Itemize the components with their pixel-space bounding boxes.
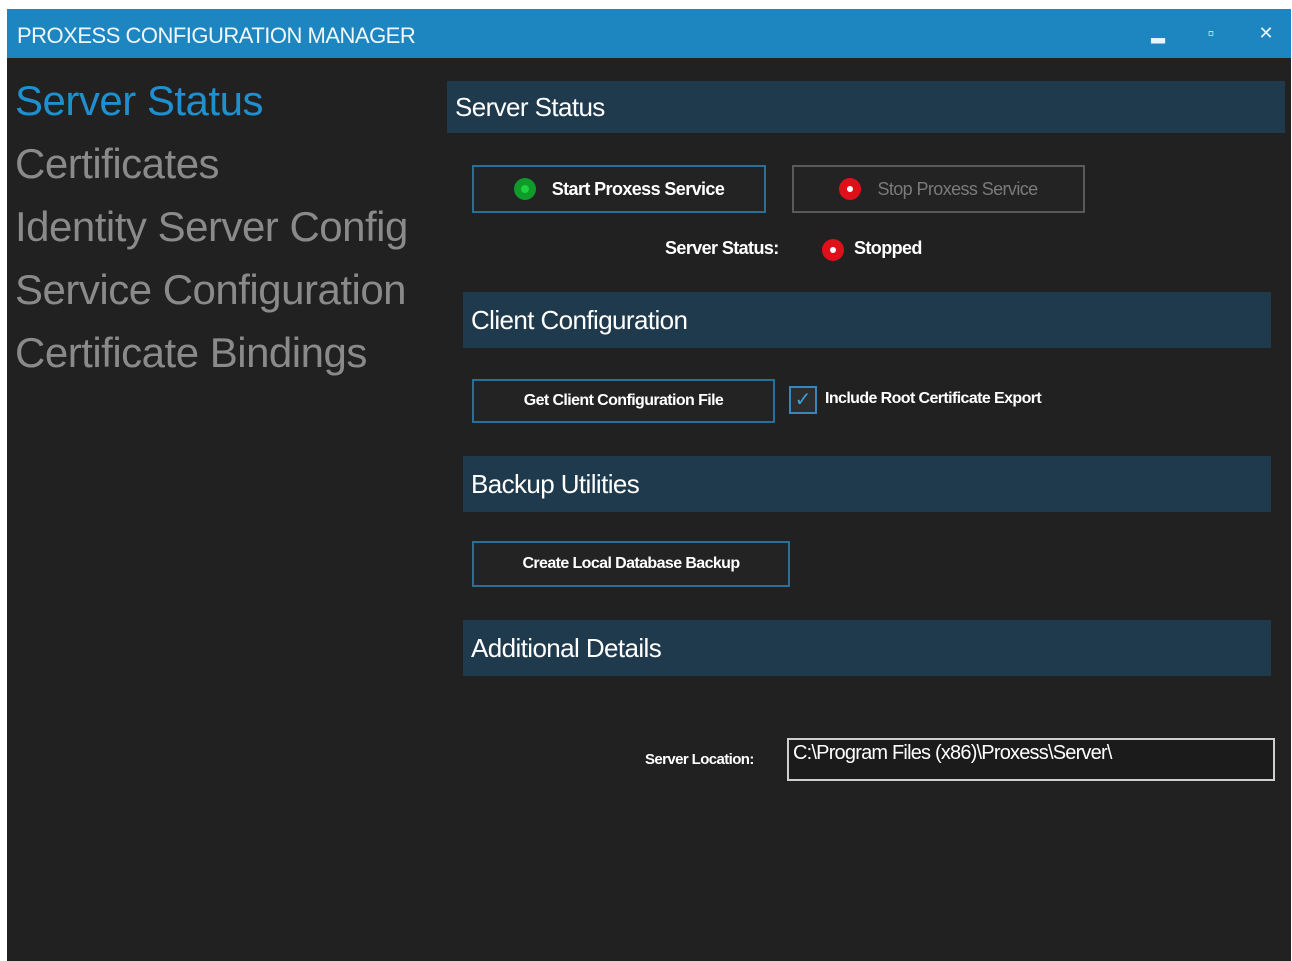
server-status-indicator-icon [822,239,844,261]
include-root-cert-checkbox[interactable]: ✓ [789,386,817,414]
server-location-field[interactable]: C:\Program Files (x86)\Proxess\Server\ [787,738,1275,781]
section-header-additional-details: Additional Details [463,620,1271,676]
sidebar-nav: Server Status Certificates Identity Serv… [15,69,445,384]
stop-service-label: Stop Proxess Service [877,178,1038,199]
nav-item-identity-server-config[interactable]: Identity Server Config [15,195,445,258]
start-status-icon [513,178,536,200]
nav-item-certificates[interactable]: Certificates [15,132,445,195]
get-client-config-label: Get Client Configuration File [523,392,724,409]
server-location-label: Server Location: [645,751,754,768]
include-root-cert-label: Include Root Certificate Export [825,390,1042,407]
nav-item-server-status[interactable]: Server Status [15,69,445,132]
start-service-button[interactable]: Start Proxess Service [472,165,766,213]
app-window: PROXESS CONFIGURATION MANAGER ▂ ▫ ✕ Serv… [7,9,1291,961]
section-header-server-status: Server Status [447,81,1285,133]
server-status-label: Server Status: [665,238,779,258]
start-service-label: Start Proxess Service [551,178,725,199]
maximize-button[interactable]: ▫ [1199,21,1223,45]
stop-service-button[interactable]: Stop Proxess Service [792,165,1085,213]
section-header-backup-utilities: Backup Utilities [463,456,1271,512]
get-client-config-button[interactable]: Get Client Configuration File [472,379,775,423]
window-title: PROXESS CONFIGURATION MANAGER [17,23,416,48]
create-backup-label: Create Local Database Backup [522,555,740,572]
server-status-value: Stopped [854,238,922,258]
create-backup-button[interactable]: Create Local Database Backup [472,541,790,587]
nav-item-service-configuration[interactable]: Service Configuration [15,258,445,321]
stop-status-icon [839,178,862,200]
title-bar[interactable]: PROXESS CONFIGURATION MANAGER ▂ ▫ ✕ [7,9,1291,58]
section-header-client-configuration: Client Configuration [463,292,1271,348]
nav-item-certificate-bindings[interactable]: Certificate Bindings [15,321,445,384]
close-button[interactable]: ✕ [1254,21,1278,45]
minimize-button[interactable]: ▂ [1146,21,1170,45]
